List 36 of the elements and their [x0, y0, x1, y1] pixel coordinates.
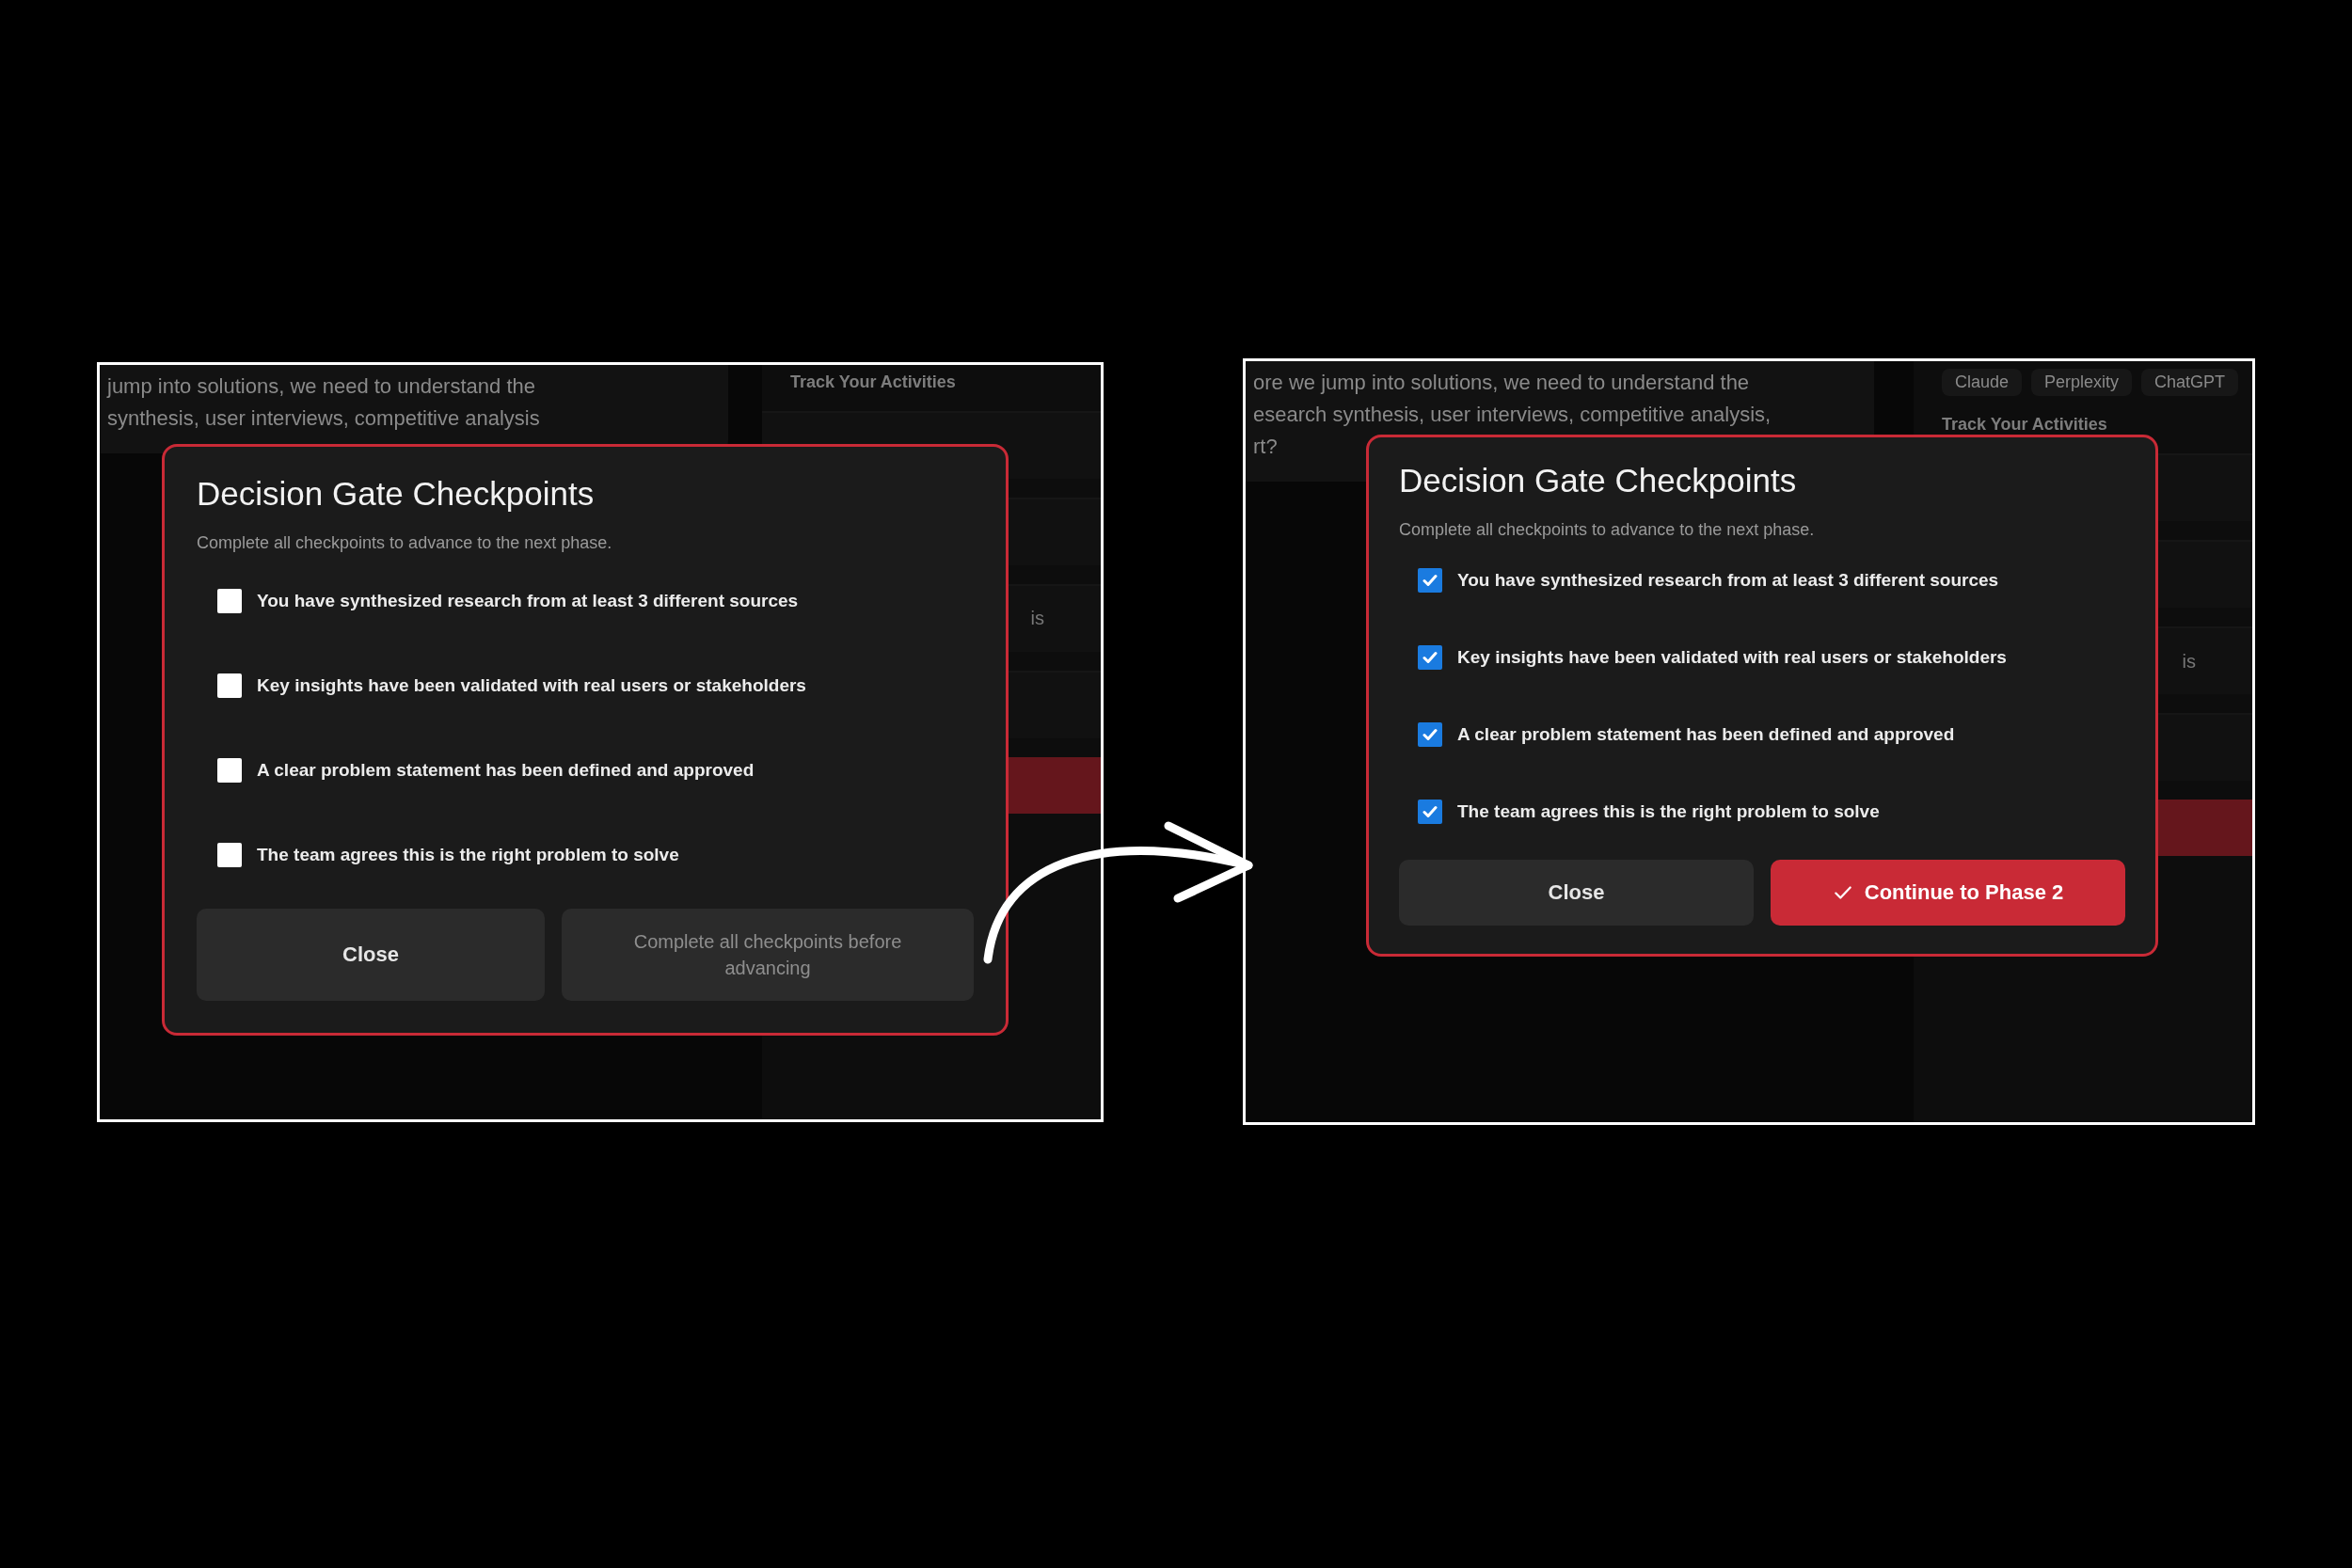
checkpoint-label: Key insights have been validated with real users or stakeholders: [1457, 647, 2007, 668]
continue-button[interactable]: Complete all checkpoints before advancing: [562, 908, 974, 1001]
message-text: jump into solutions, we need to understand the: [107, 372, 536, 400]
checkbox[interactable]: [1418, 800, 1442, 824]
sidebar-heading: Track Your Activities: [789, 372, 957, 392]
dialog-title: Decision Gate Checkpoints: [1399, 462, 1798, 499]
checkpoint-label: The team agrees this is the right problem to solve: [257, 844, 679, 865]
checkbox[interactable]: [217, 757, 242, 783]
sidebar-text: is: [2182, 650, 2196, 673]
dialog-title: Decision Gate Checkpoints: [197, 474, 596, 513]
model-chip[interactable]: Perplexity: [2031, 369, 2133, 396]
message-text: rt?: [1253, 434, 1279, 460]
checkbox[interactable]: [1418, 568, 1442, 593]
checkpoint-label: A clear problem statement has been defined and approved: [257, 759, 755, 781]
sidebar-heading: Track Your Activities: [1941, 415, 2108, 435]
continue-button[interactable]: Continue to Phase 2: [1771, 860, 2125, 926]
checkpoint-label: The team agrees this is the right problem to solve: [1457, 801, 1880, 822]
dialog-subtitle: Complete all checkpoints to advance to the next phase.: [1399, 520, 1816, 540]
message-text: synthesis, user interviews, competitive analysis: [107, 404, 541, 432]
message-text: ore we jump into solutions, we need to understand the: [1253, 370, 1751, 396]
checkbox[interactable]: [1418, 645, 1442, 670]
checkpoint-label: Key insights have been validated with real users or stakeholders: [257, 674, 806, 696]
checkpoint-label: A clear problem statement has been defined and approved: [1457, 724, 1955, 745]
checkbox[interactable]: [1418, 722, 1442, 747]
sidebar-text: is: [1030, 608, 1044, 629]
checkpoint-label: You have synthesized research from at least 3 different sources: [257, 590, 799, 611]
model-chip[interactable]: Claude: [1942, 369, 2023, 396]
close-button[interactable]: Close: [197, 908, 545, 1001]
checkbox[interactable]: [217, 673, 242, 698]
checkbox[interactable]: [217, 842, 242, 867]
checkbox[interactable]: [217, 588, 242, 613]
dialog-subtitle: Complete all checkpoints to advance to the next phase.: [197, 532, 613, 553]
checkpoint-label: You have synthesized research from at least 3 different sources: [1457, 570, 1999, 591]
model-chip[interactable]: ChatGPT: [2141, 369, 2239, 396]
close-button[interactable]: Close: [1399, 860, 1754, 926]
message-text: esearch synthesis, user interviews, competitive analysis,: [1253, 402, 1772, 428]
